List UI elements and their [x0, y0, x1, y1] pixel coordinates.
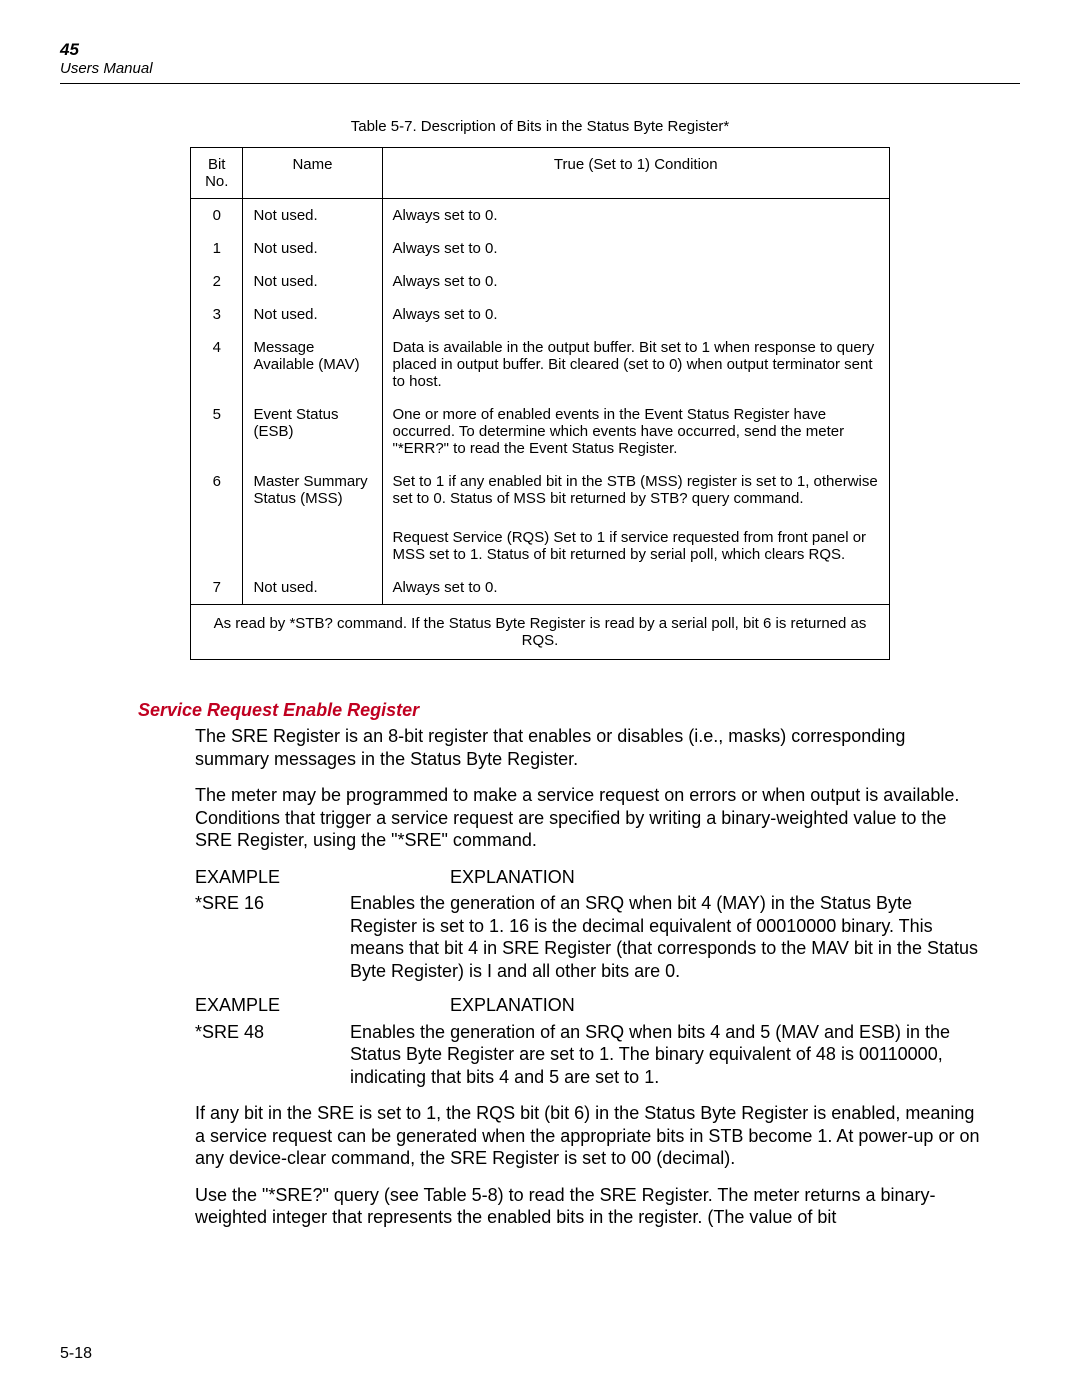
cell-cond: Data is available in the output buffer. …	[382, 331, 890, 398]
cell-name: Not used.	[243, 232, 382, 265]
cell-name: Not used.	[243, 199, 382, 233]
table-row: 3 Not used. Always set to 0.	[191, 298, 890, 331]
cell-cond: Request Service (RQS) Set to 1 if servic…	[382, 515, 890, 571]
example-label: EXAMPLE	[195, 866, 350, 889]
paragraph: The SRE Register is an 8-bit register th…	[195, 725, 980, 770]
cell-cond: Set to 1 if any enabled bit in the STB (…	[382, 465, 890, 515]
example-explanation: Enables the generation of an SRQ when bi…	[350, 892, 980, 982]
paragraph: Use the "*SRE?" query (see Table 5-8) to…	[195, 1184, 980, 1229]
paragraph: If any bit in the SRE is set to 1, the R…	[195, 1102, 980, 1170]
table-row: 5 Event Status (ESB) One or more of enab…	[191, 398, 890, 465]
cell-bit: 5	[191, 398, 243, 465]
section-title: Service Request Enable Register	[138, 700, 1020, 721]
table-caption: Table 5-7. Description of Bits in the St…	[60, 118, 1020, 135]
cell-bit: 7	[191, 571, 243, 605]
cell-bit: 3	[191, 298, 243, 331]
footer-page-number: 5-18	[60, 1345, 92, 1363]
example-row: *SRE 16 Enables the generation of an SRQ…	[195, 892, 980, 982]
cell-bit: 2	[191, 265, 243, 298]
cell-cond: One or more of enabled events in the Eve…	[382, 398, 890, 465]
example-command: *SRE 48	[195, 1021, 350, 1089]
cell-name: Master Summary Status (MSS)	[243, 465, 382, 515]
cell-bit: 1	[191, 232, 243, 265]
cell-cond: Always set to 0.	[382, 199, 890, 233]
example-explanation: Enables the generation of an SRQ when bi…	[350, 1021, 980, 1089]
example-row: *SRE 48 Enables the generation of an SRQ…	[195, 1021, 980, 1089]
paragraph: The meter may be programmed to make a se…	[195, 784, 980, 852]
cell-name: Event Status (ESB)	[243, 398, 382, 465]
cell-cond: Always set to 0.	[382, 571, 890, 605]
header-page-number: 45	[60, 40, 1020, 60]
cell-bit	[191, 515, 243, 571]
table-footnote-row: As read by *STB? command. If the Status …	[191, 605, 890, 660]
example-label: EXAMPLE	[195, 994, 350, 1017]
table-row: 4 Message Available (MAV) Data is availa…	[191, 331, 890, 398]
cell-name: Not used.	[243, 265, 382, 298]
header: 45 Users Manual	[60, 40, 1020, 77]
col-header-name: Name	[243, 148, 382, 199]
cell-bit: 6	[191, 465, 243, 515]
table-row: 1 Not used. Always set to 0.	[191, 232, 890, 265]
table-row: 6 Master Summary Status (MSS) Set to 1 i…	[191, 465, 890, 515]
header-manual-name: Users Manual	[60, 60, 1020, 77]
cell-name: Not used.	[243, 571, 382, 605]
table-header-row: Bit No. Name True (Set to 1) Condition	[191, 148, 890, 199]
table-footnote: As read by *STB? command. If the Status …	[191, 605, 890, 660]
header-rule	[60, 83, 1020, 84]
cell-name	[243, 515, 382, 571]
example-command: *SRE 16	[195, 892, 350, 982]
example-header-row: EXAMPLE EXPLANATION	[195, 866, 980, 889]
cell-name: Message Available (MAV)	[243, 331, 382, 398]
cell-name: Not used.	[243, 298, 382, 331]
cell-bit: 4	[191, 331, 243, 398]
cell-cond: Always set to 0.	[382, 265, 890, 298]
cell-cond: Always set to 0.	[382, 298, 890, 331]
col-header-condition: True (Set to 1) Condition	[382, 148, 890, 199]
explanation-label: EXPLANATION	[350, 994, 980, 1017]
table-row: 0 Not used. Always set to 0.	[191, 199, 890, 233]
cell-cond: Always set to 0.	[382, 232, 890, 265]
cell-bit: 0	[191, 199, 243, 233]
col-header-bit: Bit No.	[191, 148, 243, 199]
example-header-row: EXAMPLE EXPLANATION	[195, 994, 980, 1017]
table-row: Request Service (RQS) Set to 1 if servic…	[191, 515, 890, 571]
table-row: 7 Not used. Always set to 0.	[191, 571, 890, 605]
page: 45 Users Manual Table 5-7. Description o…	[0, 0, 1080, 1397]
explanation-label: EXPLANATION	[350, 866, 980, 889]
bits-table: Bit No. Name True (Set to 1) Condition 0…	[190, 147, 890, 660]
table-row: 2 Not used. Always set to 0.	[191, 265, 890, 298]
